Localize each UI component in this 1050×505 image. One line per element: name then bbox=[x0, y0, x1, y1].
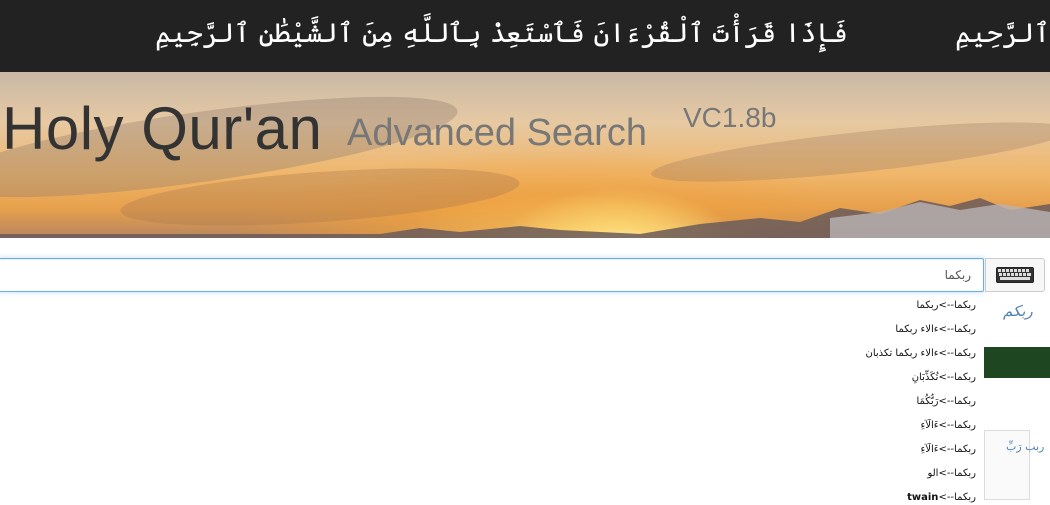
site-subtitle: Advanced Search bbox=[347, 112, 647, 154]
suggestion-text: ءالاء ربكما bbox=[895, 324, 939, 335]
suggestion-item[interactable]: ربكما-->ءالاء ربكما تكذبان bbox=[700, 342, 977, 366]
search-input[interactable] bbox=[0, 258, 984, 292]
green-panel bbox=[984, 347, 1050, 378]
site-title: Holy Qur'an bbox=[2, 95, 323, 162]
mountain-silhouette bbox=[0, 198, 1050, 238]
suggestion-text: ءَالَآءِ bbox=[920, 444, 939, 455]
suggestion-item[interactable]: ربكما-->ءَالَآءِ bbox=[700, 438, 976, 462]
suggestion-item[interactable]: ربكما-->ءالاء ربكما bbox=[700, 318, 976, 342]
header-banner: Holy Qur'an Advanced Search VC1.8b bbox=[0, 72, 1050, 238]
suggestion-prefix: ربكما--> bbox=[938, 444, 976, 455]
suggestion-item[interactable]: ربكما-->رَبُّكُمَا bbox=[700, 390, 976, 414]
suggestion-prefix: ربكما--> bbox=[938, 396, 976, 407]
autocomplete-list: ربكما-->ربكما ربكما-->ءالاء ربكما ربكما-… bbox=[700, 294, 977, 505]
suggestion-text: رَبُّكُمَا bbox=[916, 396, 939, 407]
suggestion-text: ربكما bbox=[916, 300, 939, 311]
suggestion-item[interactable]: ربكما-->ءَالَآءِ bbox=[700, 414, 976, 438]
suggestion-item[interactable]: ربكما-->تُكَذِّبَانِ bbox=[700, 366, 976, 390]
basmala-text: ۞ بِسْمِ ٱللَّهِ ٱلرَّحْمَٰنِ ٱلرَّحِيمِ bbox=[955, 18, 1050, 49]
suggestion-text: الو bbox=[927, 468, 939, 479]
side-panel-label[interactable]: ربب رَبِّ bbox=[1006, 440, 1044, 453]
suggestion-prefix: ربكما--> bbox=[938, 300, 976, 311]
version-label: VC1.8b bbox=[683, 102, 777, 133]
suggestion-prefix: ربكما--> bbox=[938, 372, 976, 383]
suggestion-text: تُكَذِّبَانِ bbox=[911, 372, 939, 383]
root-word-link[interactable]: ربكم bbox=[1003, 302, 1033, 320]
suggestion-prefix: ربكما--> bbox=[938, 492, 976, 503]
suggestion-prefix: ربكما--> bbox=[938, 420, 976, 431]
suggestion-item[interactable]: ربكما-->ربكما bbox=[700, 294, 976, 318]
suggestion-prefix: ربكما--> bbox=[938, 468, 976, 479]
suggestion-item[interactable]: ربكما-->twain bbox=[700, 486, 976, 505]
suggestion-text: ءَالَآءِ bbox=[920, 420, 939, 431]
top-verse-bar: فَإِذَا قَرَأْتَ ٱلْقُرْءَانَ فَٱسْتَعِذ… bbox=[0, 0, 1050, 72]
isti-adha-verse: فَإِذَا قَرَأْتَ ٱلْقُرْءَانَ فَٱسْتَعِذ… bbox=[155, 18, 848, 49]
suggestion-item[interactable]: ربكما-->الو bbox=[700, 462, 976, 486]
suggestion-text: twain bbox=[907, 492, 939, 503]
suggestion-prefix: ربكما--> bbox=[938, 348, 976, 359]
suggestion-text: ءالاء ربكما تكذبان bbox=[865, 348, 939, 359]
keyboard-icon bbox=[996, 267, 1034, 283]
suggestion-prefix: ربكما--> bbox=[938, 324, 976, 335]
keyboard-button[interactable] bbox=[985, 258, 1045, 292]
